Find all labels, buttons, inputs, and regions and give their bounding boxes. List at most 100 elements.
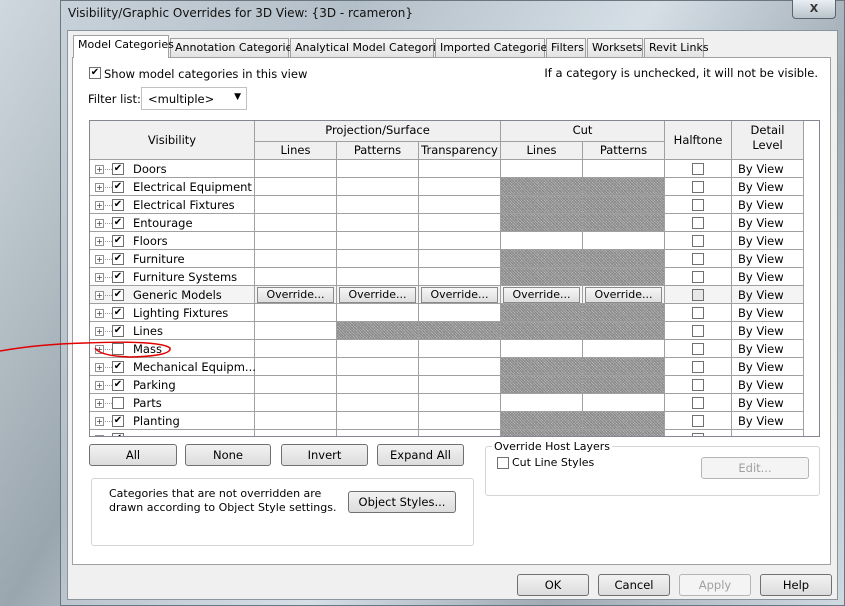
cut-patterns-cell[interactable] — [583, 394, 665, 412]
detail-level-cell[interactable]: By View — [732, 340, 804, 358]
detail-level-cell[interactable]: By View — [732, 376, 804, 394]
detail-level-cell[interactable]: By View — [732, 160, 804, 178]
table-row[interactable]: + ✔ Entourage By View — [90, 214, 804, 232]
proj-patterns-cell[interactable] — [337, 340, 419, 358]
table-row[interactable]: + ✔ Planting By View — [90, 412, 804, 430]
detail-level-cell[interactable]: By View — [732, 214, 804, 232]
halftone-checkbox[interactable] — [692, 307, 704, 319]
cut-lines-cell[interactable] — [501, 232, 583, 250]
detail-level-cell[interactable]: By View — [732, 250, 804, 268]
cut-patterns-cell[interactable]: Override... — [583, 286, 665, 304]
table-row[interactable]: + ✔ Doors By View — [90, 160, 804, 178]
tab-worksets[interactable]: Worksets — [587, 38, 643, 57]
cut-patterns-cell[interactable] — [583, 376, 665, 394]
proj-lines-cell[interactable] — [255, 304, 337, 322]
object-styles-button[interactable]: Object Styles... — [348, 491, 456, 513]
cut-patterns-cell[interactable] — [583, 304, 665, 322]
cut-patterns-cell[interactable] — [583, 340, 665, 358]
table-row[interactable]: + ✔ Lighting Fixtures By View — [90, 304, 804, 322]
tab-filters[interactable]: Filters — [546, 38, 586, 57]
category-visibility-checkbox[interactable]: ✔ — [112, 433, 124, 436]
expand-plus-icon[interactable]: + — [95, 417, 104, 426]
category-visibility-checkbox[interactable]: ✔ — [112, 199, 124, 211]
proj-transparency-cell[interactable] — [419, 214, 501, 232]
cut-lines-cell[interactable] — [501, 196, 583, 214]
proj-lines-cell[interactable]: Override... — [255, 286, 337, 304]
table-row[interactable]: + ✔ Electrical Equipment By View — [90, 178, 804, 196]
table-row[interactable]: + ✔ Furniture By View — [90, 250, 804, 268]
proj-patterns-cell[interactable] — [337, 268, 419, 286]
halftone-checkbox[interactable] — [692, 163, 704, 175]
table-row[interactable]: + ✔ Parking By View — [90, 376, 804, 394]
expand-plus-icon[interactable]: + — [95, 255, 104, 264]
cut-line-styles-checkbox[interactable] — [497, 457, 509, 469]
proj-patterns-cell[interactable] — [337, 214, 419, 232]
proj-transparency-cell[interactable] — [419, 250, 501, 268]
halftone-checkbox[interactable] — [692, 343, 704, 355]
category-visibility-checkbox[interactable]: ✔ — [112, 289, 124, 301]
category-visibility-checkbox[interactable]: ✔ — [112, 415, 124, 427]
ok-button[interactable]: OK — [517, 574, 589, 596]
cut-patterns-cell[interactable] — [583, 160, 665, 178]
expand-all-button[interactable]: Expand All — [377, 444, 464, 466]
override-button[interactable]: Override... — [585, 287, 662, 303]
cut-lines-cell[interactable] — [501, 250, 583, 268]
detail-level-cell[interactable]: By View — [732, 304, 804, 322]
expand-plus-icon[interactable]: + — [95, 381, 104, 390]
override-button[interactable]: Override... — [339, 287, 416, 303]
detail-level-cell[interactable]: By View — [732, 412, 804, 430]
cut-lines-cell[interactable] — [501, 358, 583, 376]
detail-level-cell[interactable]: By View — [732, 286, 804, 304]
halftone-checkbox[interactable] — [692, 289, 704, 301]
expand-plus-icon[interactable]: + — [95, 237, 104, 246]
proj-transparency-cell[interactable] — [419, 268, 501, 286]
tab-model-categories[interactable]: Model Categories — [73, 35, 174, 58]
tab-annotation-categories[interactable]: Annotation Categories — [170, 38, 298, 57]
filter-list-dropdown[interactable]: <multiple> ▼ — [141, 87, 247, 110]
detail-level-cell[interactable]: By View — [732, 232, 804, 250]
cut-patterns-cell[interactable] — [583, 358, 665, 376]
category-visibility-checkbox[interactable]: ✔ — [112, 181, 124, 193]
proj-transparency-cell[interactable] — [419, 340, 501, 358]
proj-lines-cell[interactable] — [255, 412, 337, 430]
help-button[interactable]: Help — [760, 574, 832, 596]
proj-transparency-cell[interactable] — [419, 178, 501, 196]
cut-patterns-cell[interactable] — [583, 322, 665, 340]
halftone-checkbox[interactable] — [692, 379, 704, 391]
expand-plus-icon[interactable]: + — [95, 201, 104, 210]
proj-transparency-cell[interactable] — [419, 394, 501, 412]
edit-button[interactable]: Edit... — [701, 457, 809, 479]
override-button[interactable]: Override... — [257, 287, 334, 303]
cut-lines-cell[interactable] — [501, 376, 583, 394]
tab-analytical-model-categories[interactable]: Analytical Model Categories — [290, 38, 448, 57]
cut-patterns-cell[interactable] — [583, 430, 665, 436]
select-all-button[interactable]: All — [89, 444, 177, 466]
category-visibility-checkbox[interactable] — [112, 397, 124, 409]
proj-patterns-cell[interactable] — [337, 250, 419, 268]
proj-patterns-cell[interactable] — [337, 358, 419, 376]
proj-lines-cell[interactable] — [255, 250, 337, 268]
proj-transparency-cell[interactable] — [419, 358, 501, 376]
cut-lines-cell[interactable]: Override... — [501, 286, 583, 304]
proj-lines-cell[interactable] — [255, 214, 337, 232]
proj-transparency-cell[interactable]: Override... — [419, 286, 501, 304]
proj-transparency-cell[interactable] — [419, 304, 501, 322]
detail-level-cell[interactable]: By View — [732, 394, 804, 412]
proj-lines-cell[interactable] — [255, 196, 337, 214]
halftone-checkbox[interactable] — [692, 397, 704, 409]
category-visibility-checkbox[interactable]: ✔ — [112, 379, 124, 391]
detail-level-cell[interactable]: By View — [732, 322, 804, 340]
expand-plus-icon[interactable]: + — [95, 309, 104, 318]
category-visibility-checkbox[interactable]: ✔ — [112, 163, 124, 175]
halftone-checkbox[interactable] — [692, 217, 704, 229]
cancel-button[interactable]: Cancel — [598, 574, 670, 596]
proj-patterns-cell[interactable] — [337, 232, 419, 250]
proj-lines-cell[interactable] — [255, 268, 337, 286]
expand-plus-icon[interactable]: + — [95, 219, 104, 228]
table-row[interactable]: + ✔ Electrical Fixtures By View — [90, 196, 804, 214]
proj-patterns-cell[interactable] — [337, 160, 419, 178]
category-visibility-checkbox[interactable]: ✔ — [112, 271, 124, 283]
halftone-checkbox[interactable] — [692, 361, 704, 373]
override-button[interactable]: Override... — [421, 287, 498, 303]
proj-transparency-cell[interactable] — [419, 322, 501, 340]
